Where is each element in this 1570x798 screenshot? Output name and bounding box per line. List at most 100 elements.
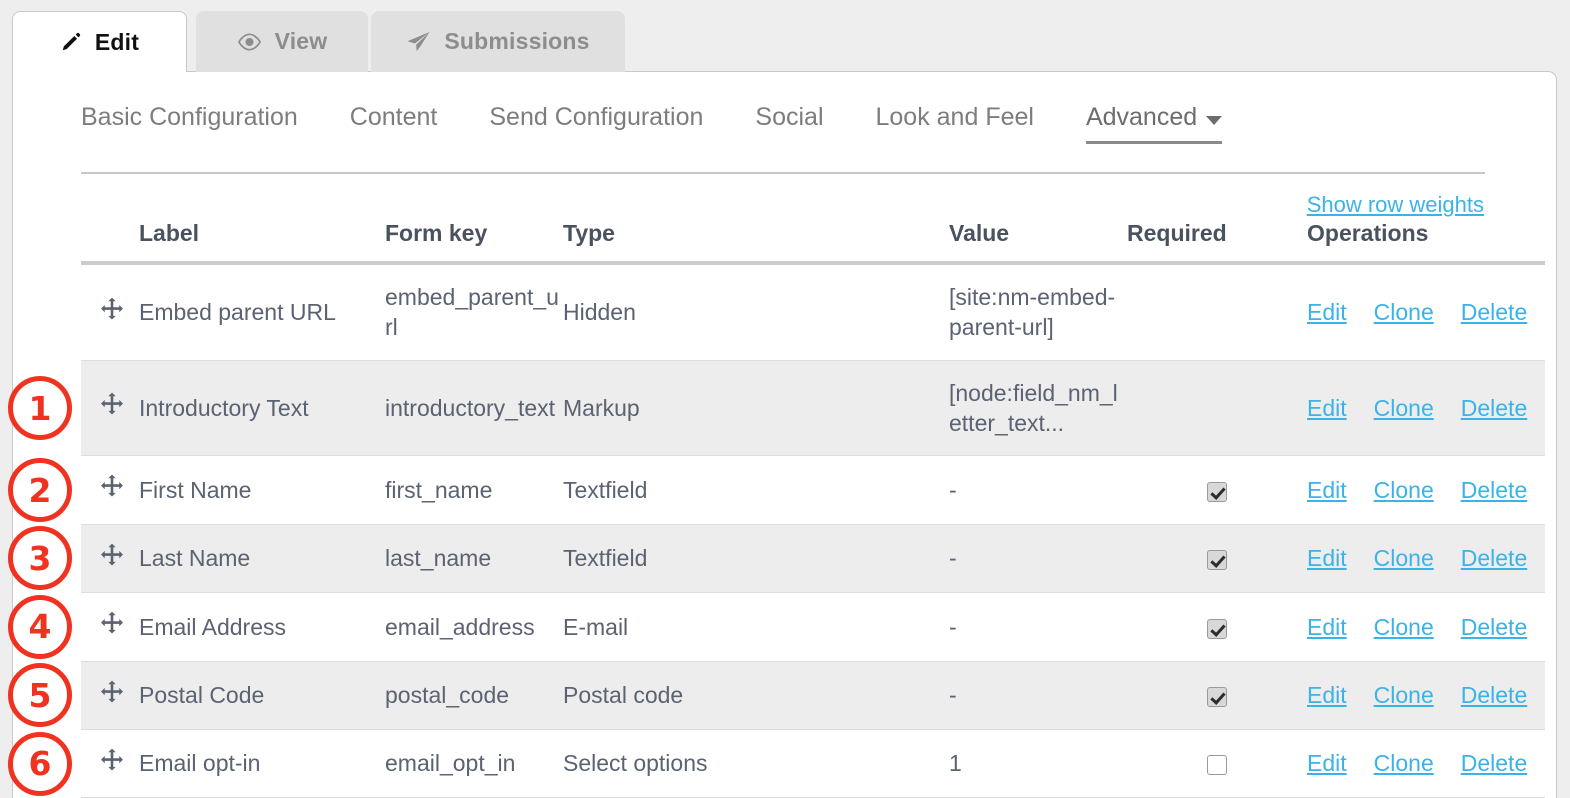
subnav-label: Basic Configuration (81, 103, 298, 131)
required-checkbox[interactable] (1207, 686, 1227, 707)
annotation-marker-3: 3 (8, 526, 72, 591)
edit-link[interactable]: Edit (1307, 475, 1347, 505)
drag-handle-icon[interactable] (99, 610, 125, 636)
subnav-label: Look and Feel (875, 103, 1034, 131)
clone-link[interactable]: Clone (1374, 393, 1434, 423)
primary-tab-bar: Edit View Submissions (0, 0, 1570, 72)
content-panel: Basic Configuration Content Send Configu… (12, 71, 1557, 798)
cell-value: 1 (949, 729, 1127, 798)
cell-label: Embed parent URL (139, 263, 385, 361)
annotation-marker-2: 2 (8, 458, 72, 523)
cell-operations: Edit Clone Delete (1307, 524, 1545, 594)
cell-required (1127, 263, 1307, 361)
clone-link[interactable]: Clone (1374, 543, 1434, 573)
edit-link[interactable]: Edit (1307, 612, 1347, 642)
required-checkbox[interactable] (1207, 481, 1227, 502)
annotation-marker-5: 5 (8, 663, 72, 728)
cell-type: Hidden (563, 263, 949, 361)
edit-link[interactable]: Edit (1307, 297, 1347, 327)
tab-view-label: View (274, 28, 328, 54)
subnav-item-advanced[interactable]: Advanced (1085, 98, 1223, 144)
form-components-table: Label Form key Type Value Required Opera… (81, 220, 1545, 798)
cell-value: - (949, 524, 1127, 594)
clone-link[interactable]: Clone (1374, 748, 1434, 778)
tab-view[interactable]: View (196, 11, 368, 72)
annotation-marker-4: 4 (8, 594, 72, 659)
edit-link[interactable]: Edit (1307, 680, 1347, 710)
cell-label: Introductory Text (139, 360, 385, 457)
show-row-weights-link[interactable]: Show row weights (1307, 192, 1484, 218)
clone-link[interactable]: Clone (1374, 475, 1434, 505)
column-header-value: Value (949, 220, 1127, 265)
active-tab-notch (13, 70, 186, 74)
cell-required (1127, 455, 1307, 525)
annotation-marker-6: 6 (8, 731, 72, 796)
clone-link[interactable]: Clone (1374, 680, 1434, 710)
cell-type: Postal code (563, 661, 949, 730)
delete-link[interactable]: Delete (1461, 748, 1527, 778)
drag-handle-icon[interactable] (99, 747, 125, 773)
app-window: Edit View Submissions Basic Configuratio… (0, 0, 1570, 798)
subnav-label: Social (755, 103, 824, 131)
table-row: Email Address email_address E-mail - Edit Clo… (81, 592, 1545, 662)
delete-link[interactable]: Delete (1461, 680, 1527, 710)
delete-link[interactable]: Delete (1461, 612, 1527, 642)
cell-form-key: last_name (385, 524, 563, 594)
clone-link[interactable]: Clone (1374, 612, 1434, 642)
cell-type: Markup (563, 360, 949, 457)
subnav-item-look-and-feel[interactable]: Look and Feel (876, 98, 1034, 141)
paper-plane-icon (406, 31, 431, 53)
tab-submissions[interactable]: Submissions (371, 11, 625, 72)
drag-handle-icon[interactable] (99, 679, 125, 705)
cell-form-key: email_address (385, 592, 563, 662)
cell-label: Email Address (139, 592, 385, 662)
row-drag-handle-cell (81, 455, 139, 525)
edit-link[interactable]: Edit (1307, 748, 1347, 778)
subnav-item-basic-configuration[interactable]: Basic Configuration (81, 98, 298, 141)
cell-type: Textfield (563, 524, 949, 594)
column-header-handle (81, 220, 139, 265)
drag-handle-icon[interactable] (99, 296, 125, 322)
cell-label: Postal Code (139, 661, 385, 730)
cell-operations: Edit Clone Delete (1307, 263, 1545, 361)
row-drag-handle-cell (81, 360, 139, 457)
cell-form-key: first_name (385, 455, 563, 525)
chevron-down-icon (1206, 115, 1223, 125)
subnav-item-send-configuration[interactable]: Send Configuration (489, 98, 703, 141)
subnav-item-social[interactable]: Social (755, 98, 823, 141)
subnav-item-content[interactable]: Content (350, 98, 438, 141)
tab-edit[interactable]: Edit (12, 11, 187, 72)
delete-link[interactable]: Delete (1461, 543, 1527, 573)
edit-link[interactable]: Edit (1307, 543, 1347, 573)
table-row: Email opt-in email_opt_in Select options 1 E… (81, 729, 1545, 798)
column-header-form-key: Form key (385, 220, 563, 265)
edit-link[interactable]: Edit (1307, 393, 1347, 423)
cell-value: [node:field_nm_letter_text... (949, 360, 1127, 457)
tab-submissions-label: Submissions (444, 28, 590, 54)
cell-value: - (949, 455, 1127, 525)
row-drag-handle-cell (81, 661, 139, 730)
required-checkbox[interactable] (1207, 550, 1227, 571)
drag-handle-icon[interactable] (99, 391, 125, 417)
cell-type: Textfield (563, 455, 949, 525)
drag-handle-icon[interactable] (99, 473, 125, 499)
required-checkbox[interactable] (1207, 755, 1227, 776)
row-drag-handle-cell (81, 263, 139, 361)
drag-handle-icon[interactable] (99, 542, 125, 568)
cell-required (1127, 729, 1307, 798)
tab-edit-label: Edit (94, 28, 140, 55)
cell-form-key: introductory_text (385, 360, 563, 457)
cell-value: - (949, 661, 1127, 730)
required-checkbox[interactable] (1207, 618, 1227, 639)
cell-label: First Name (139, 455, 385, 525)
table-row: Postal Code postal_code Postal code - Edit Cl… (81, 661, 1545, 730)
cell-required (1127, 661, 1307, 730)
clone-link[interactable]: Clone (1374, 297, 1434, 327)
eye-icon (237, 32, 262, 51)
delete-link[interactable]: Delete (1461, 297, 1527, 327)
table-row: First Name first_name Textfield - Edit Clone D… (81, 455, 1545, 525)
delete-link[interactable]: Delete (1461, 393, 1527, 423)
column-header-operations: Operations (1307, 220, 1545, 265)
delete-link[interactable]: Delete (1461, 475, 1527, 505)
cell-required (1127, 524, 1307, 594)
